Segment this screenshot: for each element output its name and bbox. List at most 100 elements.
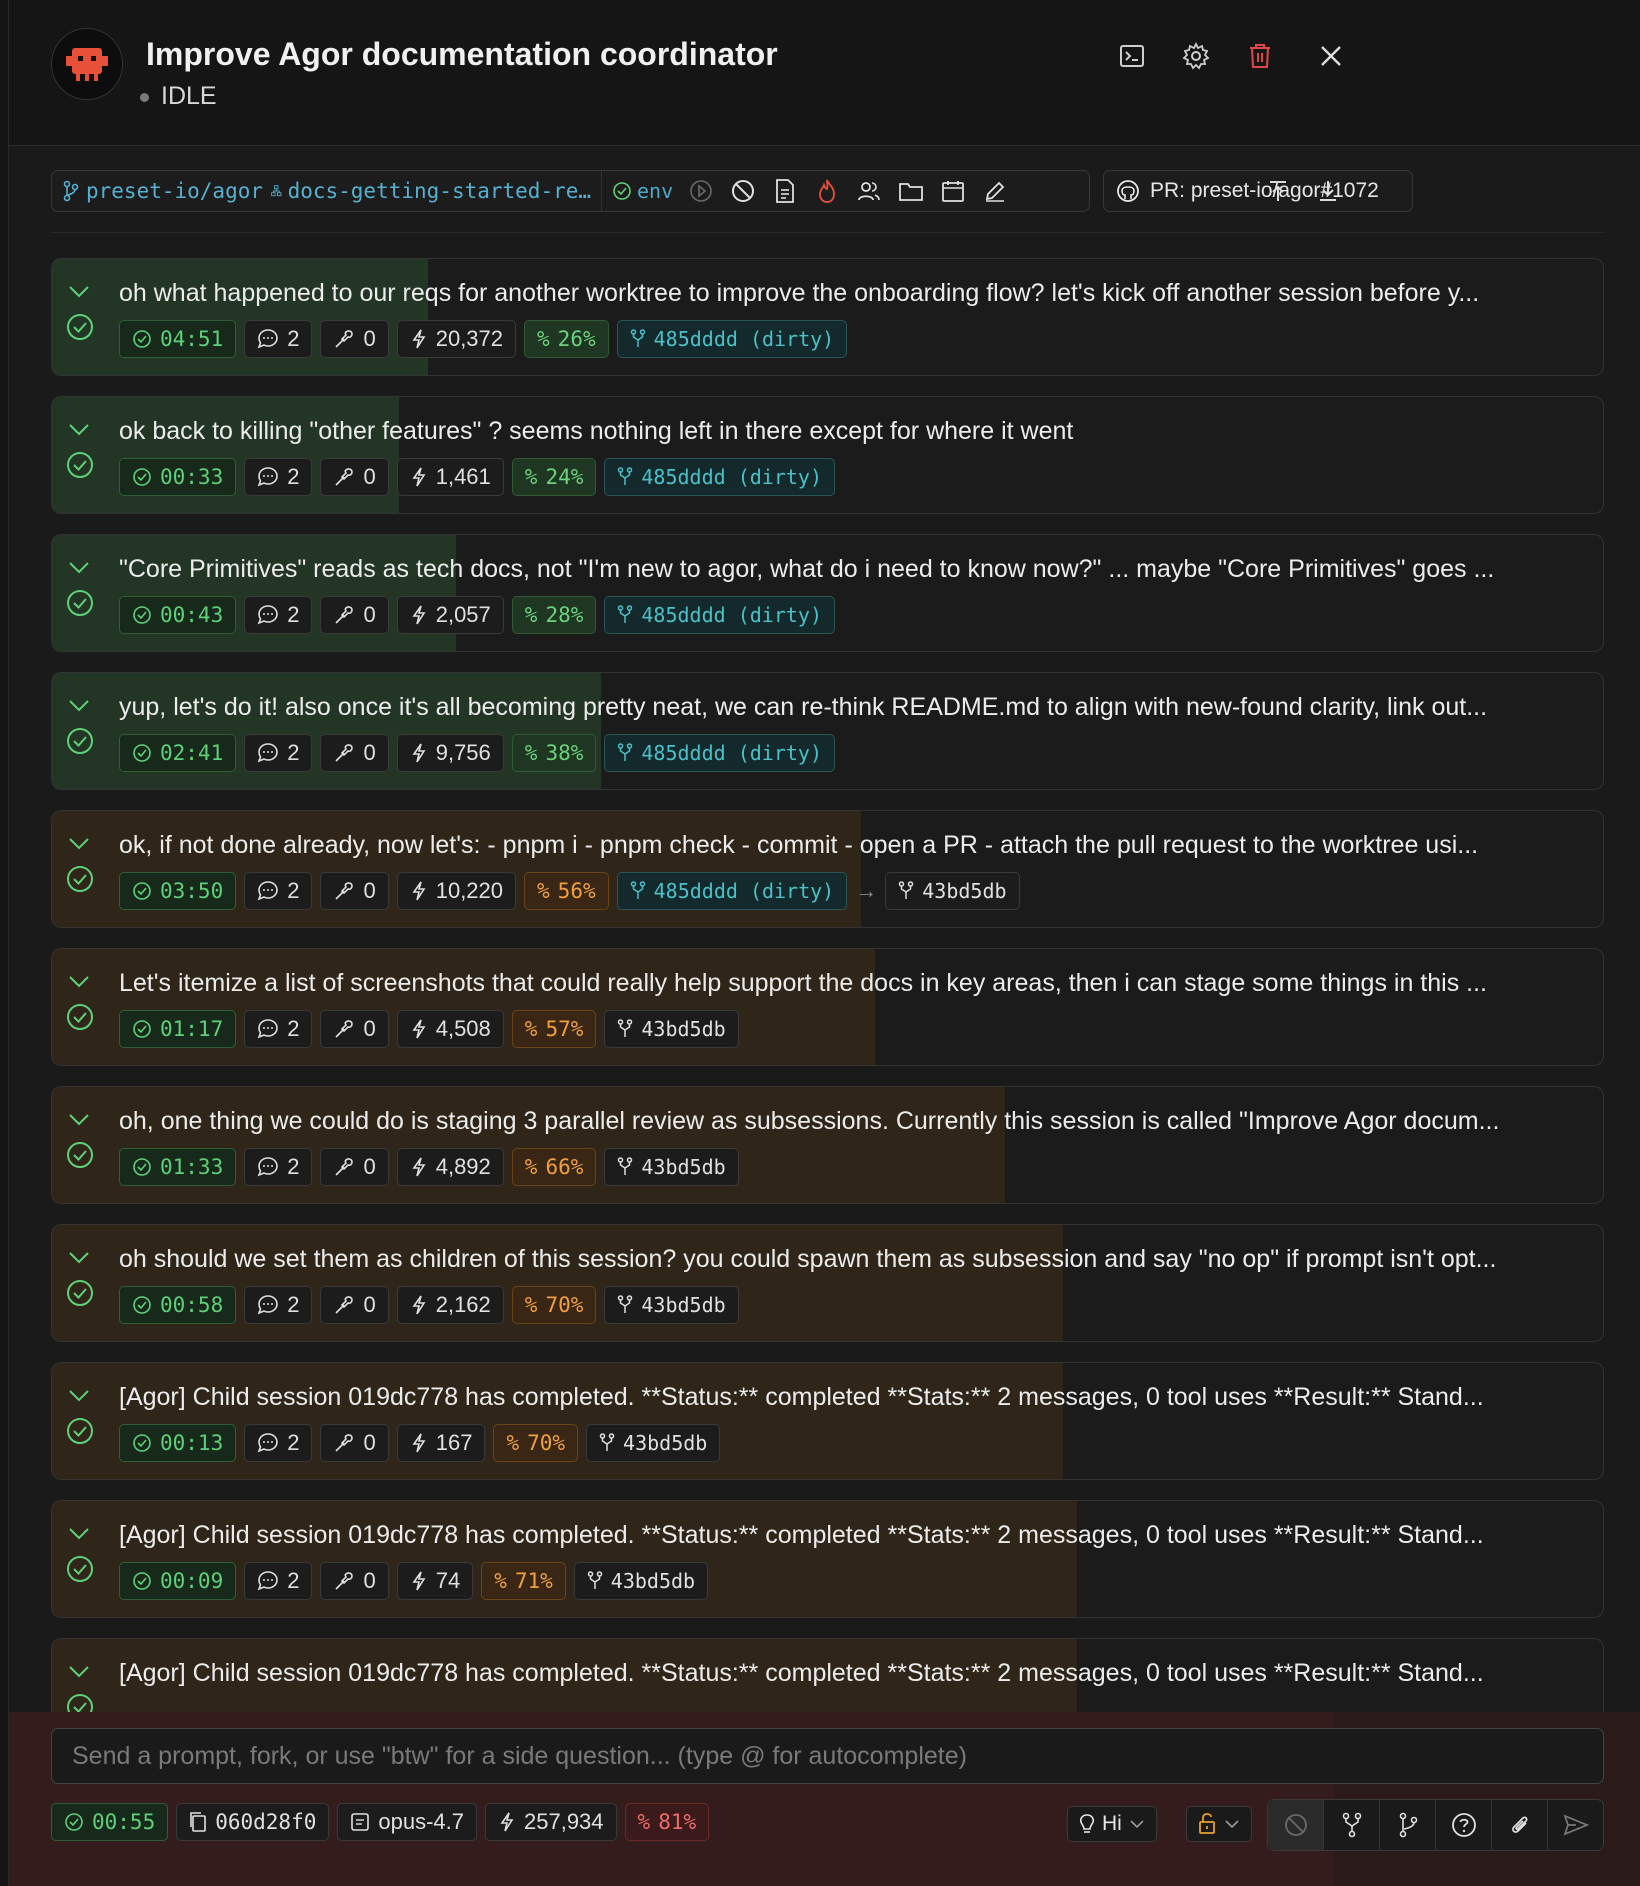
session-toolbar: preset-io/agor docs-getting-started-re… …: [51, 170, 1090, 212]
commit-chip: 485dddd (dirty): [604, 596, 835, 634]
git-commit-icon: [587, 1571, 603, 1591]
chevron-down-icon[interactable]: [66, 1247, 92, 1269]
message-card[interactable]: ok back to killing "other features" ? se…: [51, 396, 1604, 514]
chevron-down-icon[interactable]: [66, 557, 92, 579]
commit-chip: 485dddd (dirty): [604, 734, 835, 772]
context-percent-chip: % 26%: [524, 320, 609, 358]
message-card[interactable]: oh should we set them as children of thi…: [51, 1224, 1604, 1342]
tool-uses-chip-value: 0: [363, 1016, 376, 1041]
chevron-down-icon[interactable]: [66, 833, 92, 855]
folder-icon[interactable]: [897, 177, 925, 205]
env-label: env: [637, 179, 674, 203]
message-stats: 00:13 2 0 167% 70% 43bd5db: [119, 1424, 721, 1462]
model-chip[interactable]: opus-4.7: [337, 1803, 477, 1841]
commit-chip-value: 43bd5db: [610, 1569, 696, 1593]
chevron-down-icon[interactable]: [66, 695, 92, 717]
send-button[interactable]: [1548, 1800, 1603, 1850]
calendar-icon[interactable]: [939, 177, 967, 205]
commit-chip: 43bd5db: [885, 872, 1020, 910]
session-header: Improve Agor documentation coordinator I…: [9, 0, 1640, 146]
status-dot: [140, 93, 149, 102]
chat-bubble-icon: [257, 1432, 279, 1454]
play-env-icon[interactable]: [687, 177, 715, 205]
message-list[interactable]: oh what happened to our reqs for another…: [51, 258, 1604, 1713]
check-circle-icon: [132, 1157, 152, 1177]
message-card[interactable]: [Agor] Child session 019dc778 has comple…: [51, 1362, 1604, 1480]
fire-icon[interactable]: [813, 177, 841, 205]
check-circle-icon: [132, 605, 152, 625]
repo-link[interactable]: preset-io/agor: [62, 179, 263, 203]
chevron-down-icon[interactable]: [66, 1661, 92, 1683]
duration-chip-value: 00:09: [160, 1569, 224, 1593]
model-icon: [351, 1813, 370, 1831]
message-card[interactable]: "Core Primitives" reads as tech docs, no…: [51, 534, 1604, 652]
message-card[interactable]: ok, if not done already, now let's: - pn…: [51, 810, 1604, 928]
chevron-down-icon[interactable]: [66, 971, 92, 993]
unlock-icon: [1199, 1813, 1215, 1834]
check-circle-icon: [65, 450, 95, 480]
message-card[interactable]: oh, one thing we could do is staging 3 p…: [51, 1086, 1604, 1204]
message-card[interactable]: [Agor] Child session 019dc778 has comple…: [51, 1500, 1604, 1618]
stop-button[interactable]: [1268, 1800, 1324, 1850]
duration-chip-value: 02:41: [160, 741, 224, 765]
chevron-down-icon[interactable]: [66, 1109, 92, 1131]
token-count-chip: 4,892: [396, 1148, 504, 1186]
percent-icon: %: [637, 1810, 651, 1834]
token-count-chip-value: 4,892: [435, 1154, 491, 1179]
context-percent-chip: % 57%: [511, 1010, 597, 1048]
wrench-icon: [333, 742, 355, 764]
message-card[interactable]: [Agor] Child session 019dc778 has comple…: [51, 1638, 1604, 1713]
message-card[interactable]: yup, let's do it! also once it's all bec…: [51, 672, 1604, 790]
git-commit-icon: [599, 1433, 615, 1453]
scroll-to-top-icon[interactable]: [1263, 176, 1293, 206]
thinking-level-select[interactable]: Hi: [1067, 1806, 1157, 1842]
context-percent-chip-value: 56%: [557, 879, 596, 903]
commit-chip-value: 43bd5db: [641, 1293, 726, 1317]
fork-button[interactable]: [1324, 1800, 1380, 1850]
message-card[interactable]: oh what happened to our reqs for another…: [51, 258, 1604, 376]
env-status[interactable]: env: [612, 179, 673, 203]
file-doc-icon[interactable]: [771, 177, 799, 205]
message-count-chip: 2: [244, 872, 313, 910]
lightning-icon: [410, 742, 428, 764]
chevron-down-icon[interactable]: [66, 1385, 92, 1407]
check-circle-icon: [613, 182, 631, 200]
users-icon[interactable]: [855, 177, 883, 205]
spawn-subsession-button[interactable]: [1380, 1800, 1436, 1850]
worktree-branch-link[interactable]: docs-getting-started-re…: [271, 179, 591, 203]
message-stats: 00:58 2 0 2,162% 70% 43bd5db: [119, 1286, 739, 1324]
pull-request-link[interactable]: PR: preset-io/agor#1072: [1103, 170, 1413, 212]
terminal-icon[interactable]: [1116, 40, 1148, 72]
branch-icon: [1399, 1812, 1417, 1838]
scroll-to-bottom-icon[interactable]: [1313, 176, 1343, 206]
session-id-copy[interactable]: 060d28f0: [176, 1803, 330, 1841]
wrench-icon: [333, 880, 355, 902]
chevron-down-icon[interactable]: [66, 281, 92, 303]
chevron-down-icon[interactable]: [66, 1523, 92, 1545]
permission-mode-select[interactable]: [1186, 1806, 1252, 1842]
percent-icon: %: [494, 1569, 507, 1593]
side-question-button[interactable]: [1436, 1800, 1492, 1850]
tool-uses-chip: 0: [320, 320, 389, 358]
duration-chip: 04:51: [119, 320, 237, 358]
prompt-input[interactable]: [51, 1728, 1604, 1784]
attach-button[interactable]: [1492, 1800, 1548, 1850]
edit-pencil-icon[interactable]: [981, 177, 1009, 205]
message-card[interactable]: Let's itemize a list of screenshots that…: [51, 948, 1604, 1066]
message-text: [Agor] Child session 019dc778 has comple…: [119, 1521, 1484, 1549]
message-text: oh what happened to our reqs for another…: [119, 279, 1480, 307]
stop-env-icon[interactable]: [729, 177, 757, 205]
context-percent-chip-value: 70%: [527, 1431, 566, 1455]
session-panel: Improve Agor documentation coordinator I…: [8, 0, 1640, 1886]
delete-trash-icon[interactable]: [1244, 40, 1276, 72]
composer: 00:55 060d28f0 opus-4.7 257,934 % 81% Hi: [9, 1712, 1640, 1886]
message-count-chip-value: 2: [287, 326, 300, 351]
settings-gear-icon[interactable]: [1180, 40, 1212, 72]
context-percent-chip-value: 26%: [557, 327, 596, 351]
commit-chip-value: 43bd5db: [641, 1155, 726, 1179]
close-icon[interactable]: [1315, 40, 1347, 72]
check-circle-icon: [65, 1554, 95, 1584]
check-circle-icon: [65, 1278, 95, 1308]
chevron-down-icon[interactable]: [66, 419, 92, 441]
duration-chip: 00:09: [119, 1562, 237, 1600]
